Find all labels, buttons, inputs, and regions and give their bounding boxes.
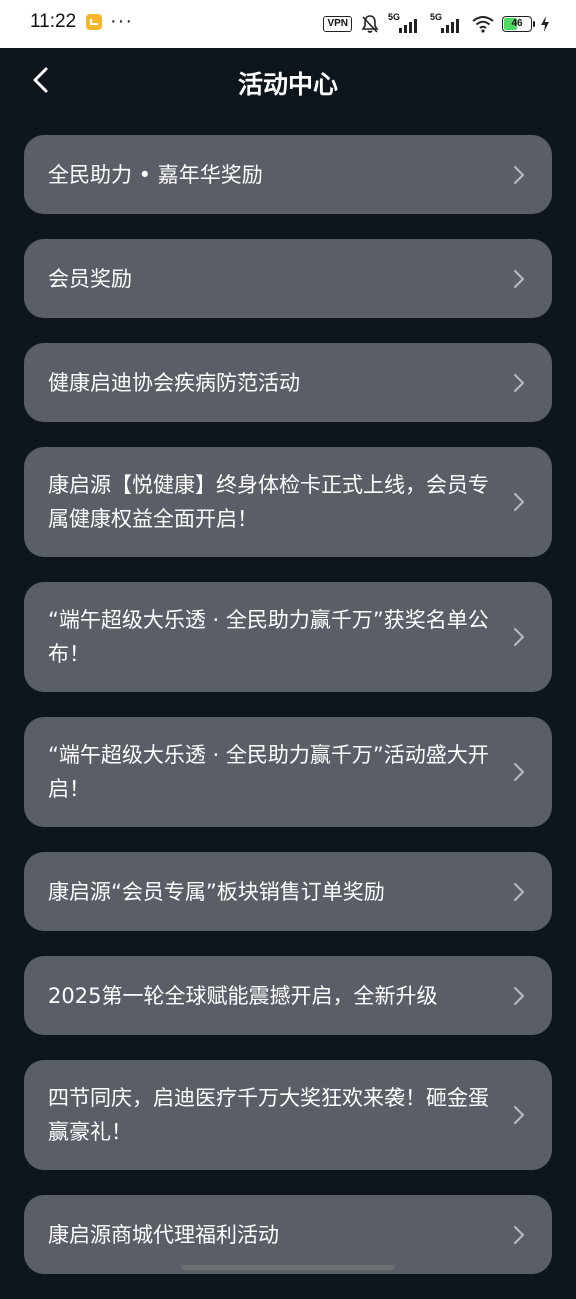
activity-item-4[interactable]: 康启源【悦健康】终身体检卡正式上线，会员专属健康权益全面开启！ (24, 447, 552, 557)
activity-item-7[interactable]: 康启源“会员专属”板块销售订单奖励 (24, 852, 552, 931)
activity-item-6[interactable]: “端午超级大乐透 · 全民助力赢千万”活动盛大开启！ (24, 717, 552, 827)
activity-item-10[interactable]: 康启源商城代理福利活动 (24, 1195, 552, 1274)
activity-item-9[interactable]: 四节同庆，启迪医疗千万大奖狂欢来袭！砸金蛋赢豪礼！ (24, 1060, 552, 1170)
more-notifications-icon: ··· (110, 10, 133, 32)
cellular-signal-icon: 5G (388, 12, 422, 35)
activity-item-label: 康启源【悦健康】终身体检卡正式上线，会员专属健康权益全面开启！ (48, 473, 489, 531)
notification-app-icon (86, 14, 102, 30)
activity-item-label: 四节同庆，启迪医疗千万大奖狂欢来袭！砸金蛋赢豪礼！ (48, 1086, 489, 1144)
activity-item-label: 康启源商城代理福利活动 (48, 1222, 279, 1247)
activity-item-label: 健康启迪协会疾病防范活动 (48, 370, 300, 395)
activity-item-label: 2025第一轮全球赋能震撼开启，全新升级 (48, 983, 438, 1008)
vpn-icon: VPN (323, 16, 352, 32)
chevron-right-icon (514, 1106, 524, 1124)
status-bar: 11:22 ··· VPN 5G 5G 46 (0, 0, 576, 48)
home-indicator[interactable] (181, 1265, 395, 1270)
chevron-right-icon (514, 493, 524, 511)
chevron-right-icon (514, 1225, 524, 1244)
chevron-right-icon (514, 986, 524, 1005)
activity-item-label: “端午超级大乐透 · 全民助力赢千万”获奖名单公布！ (48, 608, 489, 666)
battery-icon: 46 (502, 16, 535, 32)
bell-muted-icon (361, 15, 379, 33)
wifi-icon (472, 16, 494, 33)
status-time: 11:22 (30, 11, 77, 32)
activity-item-5[interactable]: “端午超级大乐透 · 全民助力赢千万”获奖名单公布！ (24, 582, 552, 692)
activity-item-label: 会员奖励 (48, 266, 132, 291)
chevron-right-icon (514, 269, 524, 288)
activity-item-8[interactable]: 2025第一轮全球赋能震撼开启，全新升级 (24, 956, 552, 1035)
activity-item-label: “端午超级大乐透 · 全民助力赢千万”活动盛大开启！ (48, 743, 489, 801)
chevron-right-icon (514, 763, 524, 781)
charging-icon (541, 16, 549, 32)
chevron-right-icon (514, 882, 524, 901)
activity-item-label: 康启源“会员专属”板块销售订单奖励 (48, 879, 385, 904)
activity-item-label: 全民助力 • 嘉年华奖励 (48, 162, 263, 187)
chevron-right-icon (514, 628, 524, 646)
chevron-right-icon (514, 165, 524, 184)
header: 活动中心 (0, 48, 576, 114)
status-icons: VPN 5G 5G 46 (323, 10, 550, 38)
activity-item-2[interactable]: 会员奖励 (24, 239, 552, 318)
chevron-right-icon (514, 373, 524, 392)
page-title: 活动中心 (237, 70, 338, 99)
activity-item-1[interactable]: 全民助力 • 嘉年华奖励 (24, 135, 552, 214)
activity-list: 全民助力 • 嘉年华奖励 会员奖励 健康启迪协会疾病防范活动 康启源【悦健康】终… (24, 135, 552, 1299)
cellular-signal-icon-2: 5G (430, 12, 464, 35)
activity-item-3[interactable]: 健康启迪协会疾病防范活动 (24, 343, 552, 422)
